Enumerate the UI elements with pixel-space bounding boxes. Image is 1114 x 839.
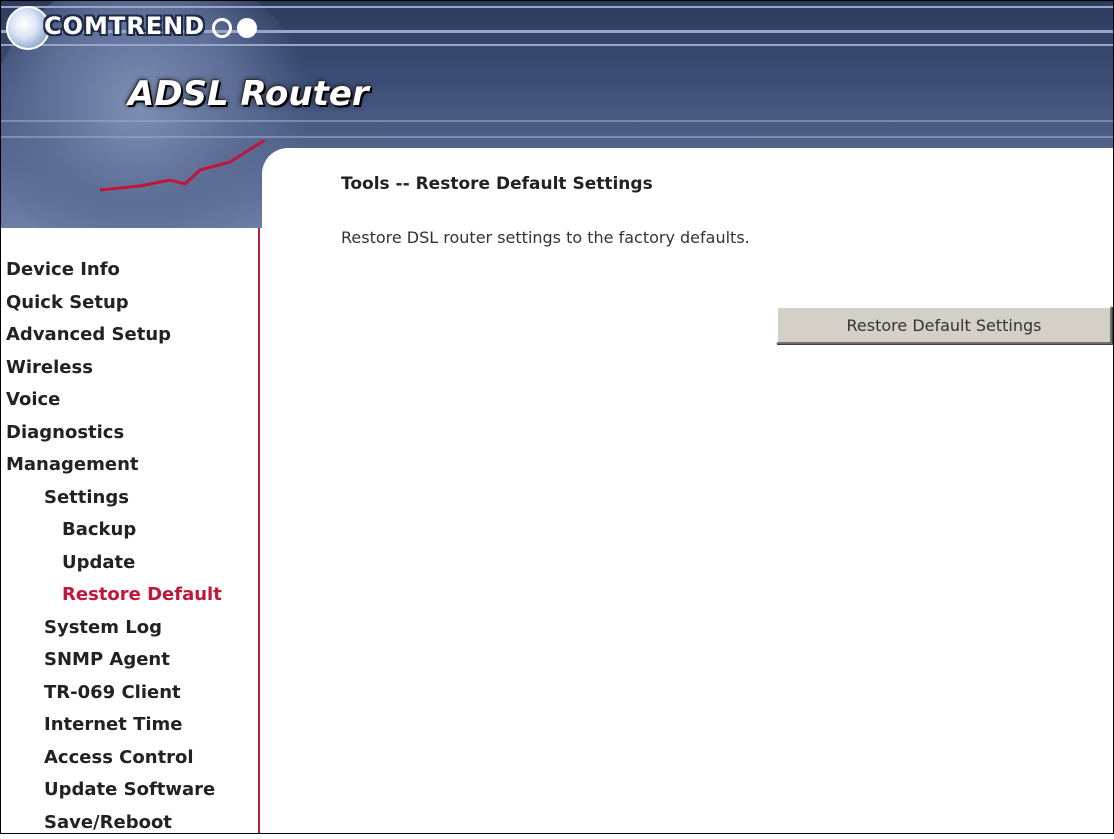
page-frame [0,0,1114,834]
